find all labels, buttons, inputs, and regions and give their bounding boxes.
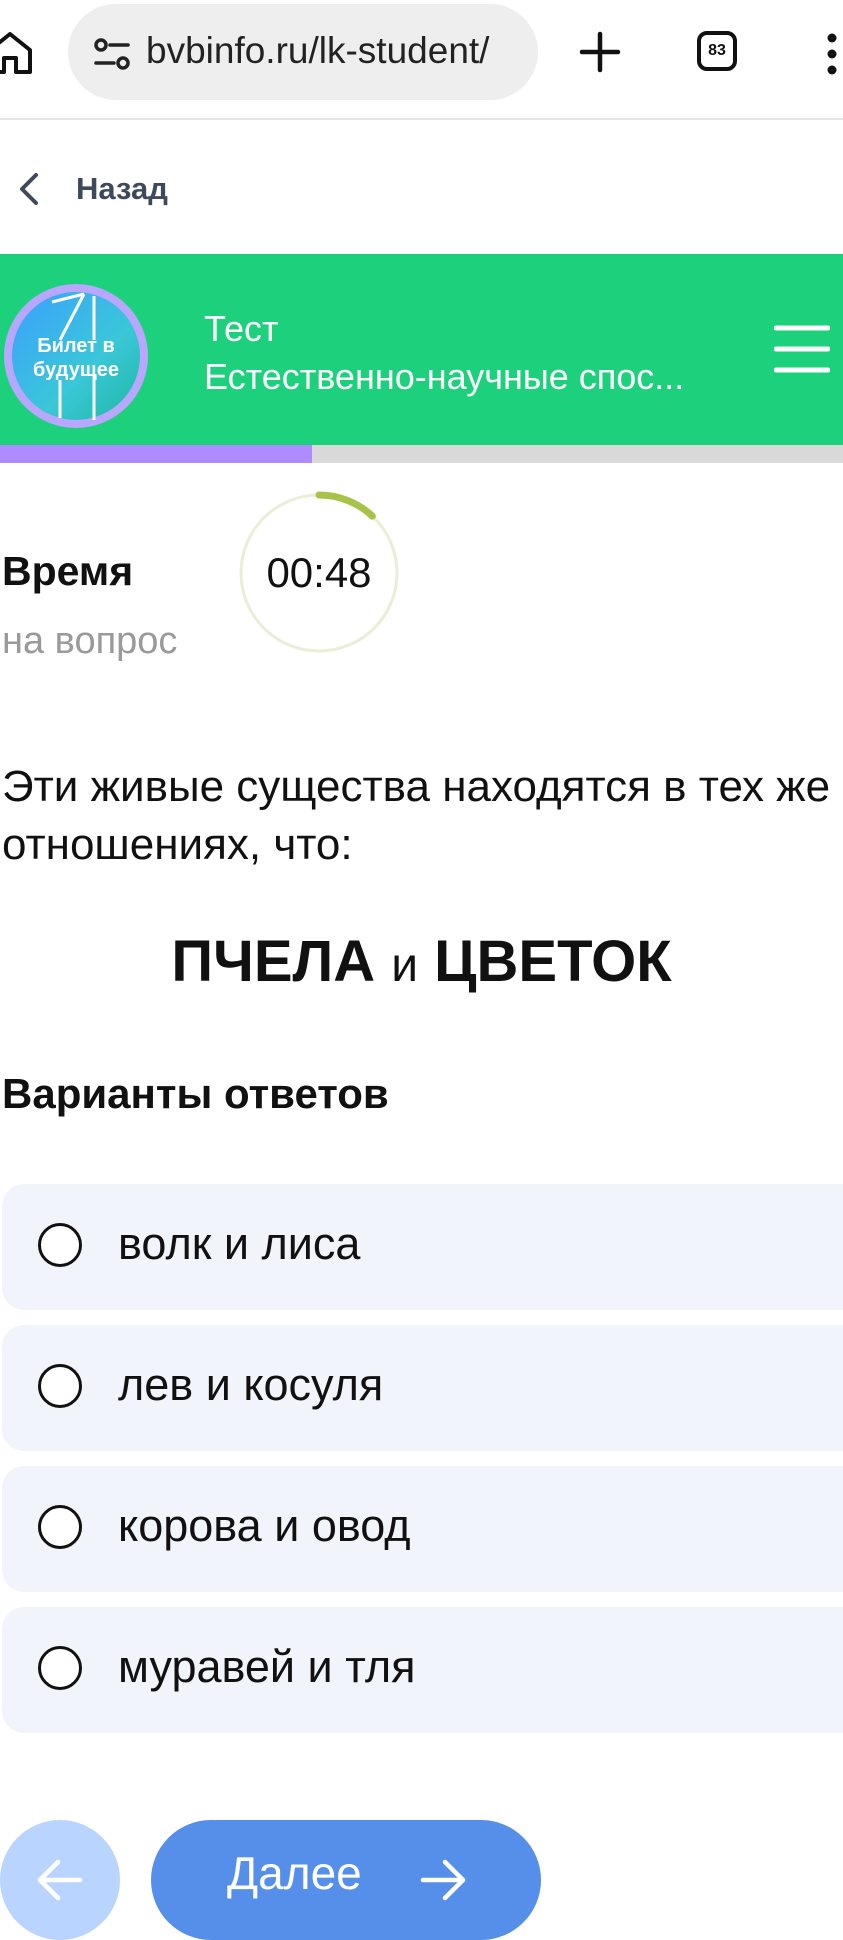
answer-option-3[interactable]: корова и овод <box>2 1466 843 1592</box>
next-button[interactable]: Далее <box>151 1820 541 1940</box>
next-button-label: Далее <box>227 1847 362 1899</box>
home-icon[interactable] <box>0 28 34 76</box>
new-tab-icon[interactable] <box>578 30 622 74</box>
answer-option-label: волк и лиса <box>118 1218 361 1269</box>
logo-text-1: Билет в <box>37 335 115 357</box>
arrow-left-icon <box>37 1859 83 1901</box>
radio-button[interactable] <box>38 1646 82 1690</box>
test-title: Тест <box>204 308 279 349</box>
test-subtitle: Естественно-научные спос... <box>204 356 685 397</box>
bilet-v-budushchee-logo: Билет в будущее <box>4 284 148 428</box>
radio-button[interactable] <box>38 1223 82 1267</box>
previous-button[interactable] <box>0 1820 120 1940</box>
test-progress-fill <box>0 445 312 463</box>
url-text[interactable]: bvbinfo.ru/lk-student/ <box>146 30 489 72</box>
answer-option-1[interactable]: волк и лиса <box>2 1184 843 1310</box>
answer-option-label: корова и овод <box>118 1500 411 1551</box>
timer-subtitle: на вопрос <box>2 620 178 662</box>
back-button[interactable]: Назад <box>14 166 168 212</box>
arrow-right-icon <box>420 1859 466 1901</box>
question-pair: ПЧЕЛА и ЦВЕТОК <box>0 928 843 995</box>
chevron-left-icon <box>20 173 38 205</box>
browser-toolbar: bvbinfo.ru/lk-student/ 83 <box>0 0 843 120</box>
timer-title: Время <box>2 548 134 594</box>
answer-option-2[interactable]: лев и косуля <box>2 1325 843 1451</box>
hamburger-menu-icon[interactable] <box>774 324 830 374</box>
pair-word-2: ЦВЕТОК <box>434 929 672 994</box>
test-header: Билет в будущее Тест Естественно-научные… <box>0 254 843 445</box>
back-label: Назад <box>76 171 168 206</box>
site-settings-icon[interactable] <box>92 34 132 74</box>
answer-option-4[interactable]: муравей и тля <box>2 1607 843 1733</box>
radio-button[interactable] <box>38 1364 82 1408</box>
test-progress-bar <box>0 445 843 463</box>
answers-heading: Варианты ответов <box>2 1070 389 1117</box>
countdown-timer: 00:48 <box>236 490 402 656</box>
radio-button[interactable] <box>38 1505 82 1549</box>
tab-switcher-button[interactable]: 83 <box>697 31 737 71</box>
question-text: Эти живые существа находятся в тех же от… <box>2 762 831 869</box>
address-bar[interactable]: bvbinfo.ru/lk-student/ <box>68 4 538 100</box>
answer-option-label: муравей и тля <box>118 1641 416 1692</box>
more-menu-icon[interactable] <box>826 32 838 76</box>
logo-text-2: будущее <box>33 359 119 381</box>
answer-option-label: лев и косуля <box>118 1359 384 1410</box>
timer-value: 00:48 <box>266 549 372 596</box>
pair-word-1: ПЧЕЛА <box>171 929 376 994</box>
pair-conjunction: и <box>391 939 419 992</box>
